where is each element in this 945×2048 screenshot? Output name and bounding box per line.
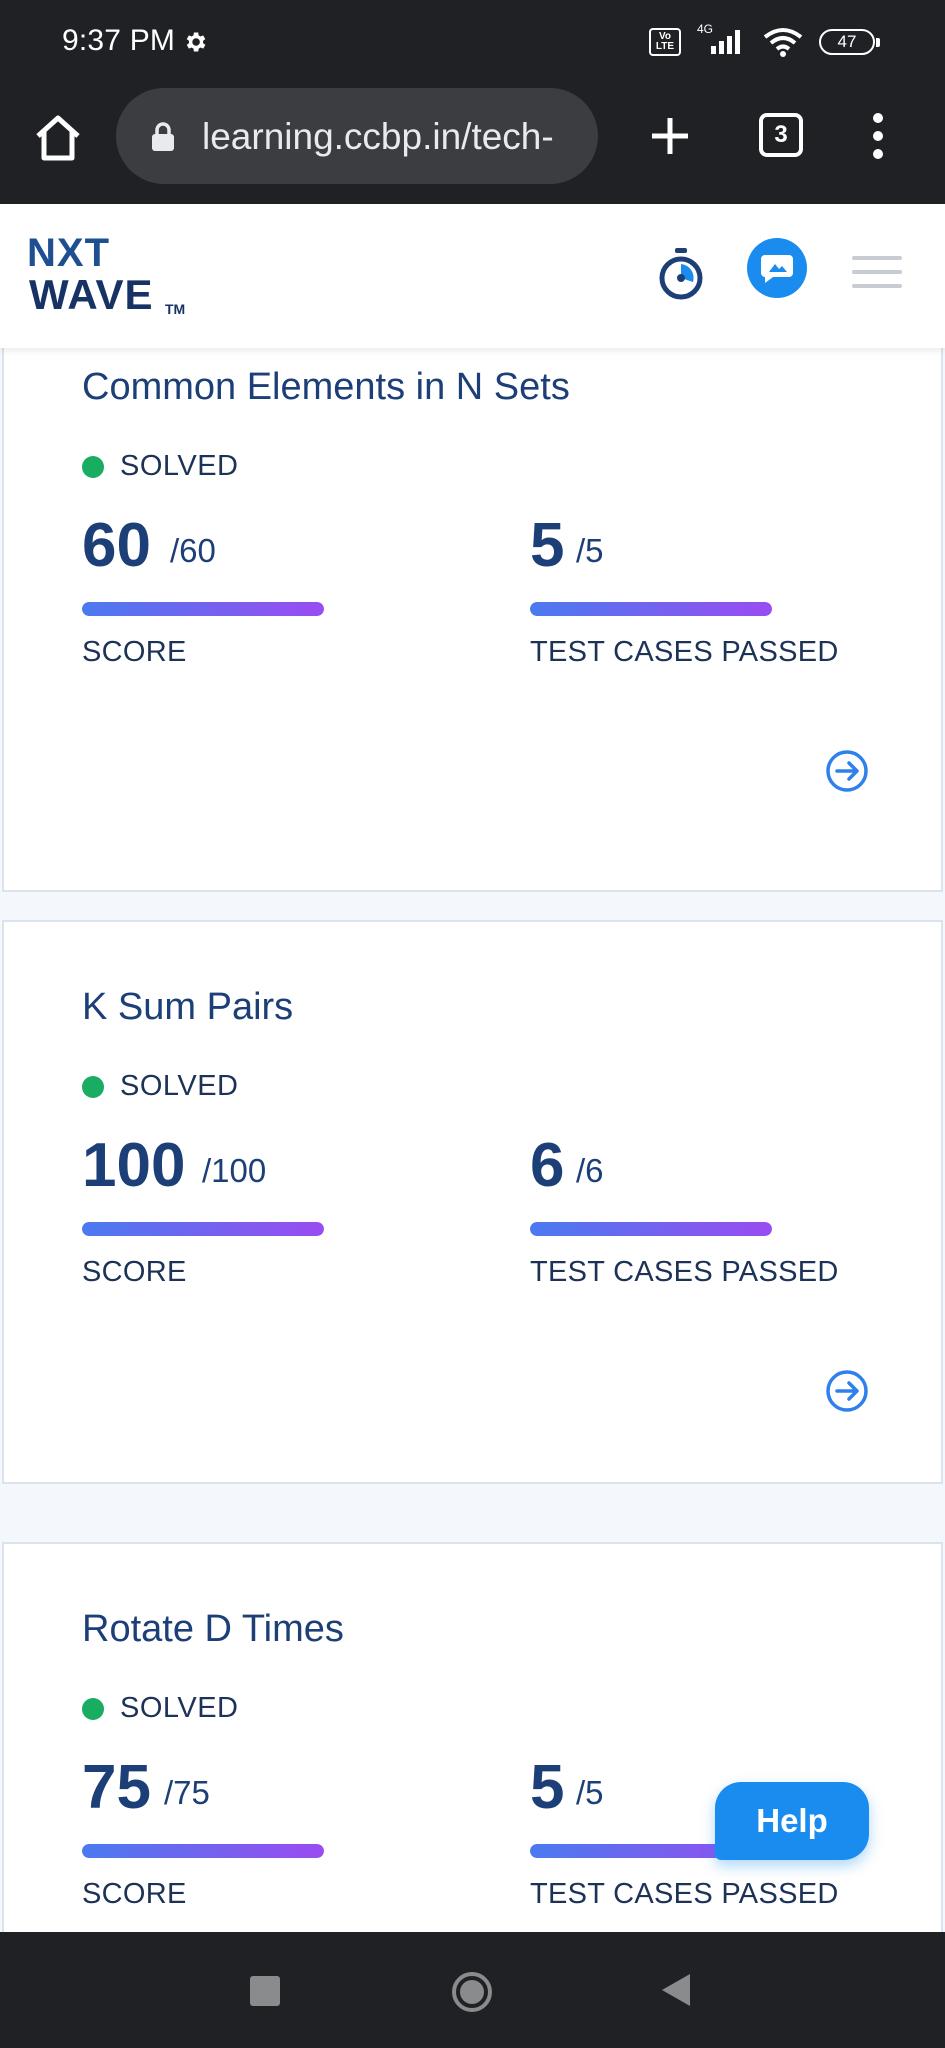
test-cases-progress-fill	[530, 602, 772, 616]
problem-title: K Sum Pairs	[82, 986, 294, 1028]
hamburger-icon[interactable]	[852, 252, 902, 292]
test-cases-max: /6	[576, 1152, 604, 1189]
status-icons: Vo LTE 4G 47	[649, 22, 880, 58]
logo-top-text: NXT	[27, 231, 110, 275]
test-cases-metric: 6 /6 TEST CASES PASSED	[530, 1130, 838, 1300]
test-cases-max: /5	[576, 1774, 604, 1811]
status-text: SOLVED	[120, 1070, 239, 1102]
chat-icon	[761, 255, 793, 283]
test-cases-value: 5	[530, 511, 565, 580]
score-progress-fill	[82, 1844, 324, 1858]
wifi-icon	[763, 28, 803, 57]
address-bar[interactable]: learning.ccbp.in/tech-	[116, 88, 598, 184]
nxtwave-logo[interactable]: NXT WAVE TM	[27, 231, 202, 321]
status-badge: SOLVED	[82, 1070, 239, 1103]
test-cases-progress-bar	[530, 602, 772, 616]
plus-icon[interactable]	[640, 106, 700, 166]
test-cases-max: /5	[576, 532, 604, 569]
score-label: SCORE	[82, 1878, 187, 1910]
problem-card: Common Elements in N Sets SOLVED 60 /60 …	[2, 348, 943, 892]
score-progress-fill	[82, 602, 324, 616]
score-progress-fill	[82, 1222, 324, 1236]
test-cases-progress-fill	[530, 1222, 772, 1236]
score-label: SCORE	[82, 636, 187, 668]
arrow-right-circle-icon[interactable]	[824, 748, 870, 794]
back-icon[interactable]	[660, 1972, 692, 2008]
status-dot	[82, 1697, 104, 1720]
status-bar: 9:37 PM Vo LTE 4G 47	[0, 0, 945, 82]
status-text: SOLVED	[120, 1692, 239, 1724]
problem-title: Common Elements in N Sets	[82, 366, 570, 408]
android-nav-bar	[0, 1932, 945, 2048]
site-header: NXT WAVE TM	[0, 204, 945, 348]
arrow-right-circle-icon[interactable]	[824, 1368, 870, 1414]
url-text: learning.ccbp.in/tech-	[202, 116, 554, 157]
test-cases-value: 6	[530, 1131, 565, 1200]
status-text: SOLVED	[120, 450, 239, 482]
problem-list: Common Elements in N Sets SOLVED 60 /60 …	[0, 348, 945, 1932]
gear-icon	[186, 32, 206, 52]
problem-card: K Sum Pairs SOLVED 100 /100 SCORE 6 /6 T…	[2, 920, 943, 1484]
test-cases-value: 5	[530, 1753, 565, 1822]
score-metric: 75 /75 SCORE	[82, 1752, 382, 1922]
nav-home-icon[interactable]	[450, 1970, 494, 2014]
score-value: 60	[82, 511, 151, 580]
score-max: /75	[164, 1774, 210, 1811]
help-button[interactable]: Help	[715, 1782, 869, 1860]
score-progress-bar	[82, 1222, 324, 1236]
home-icon[interactable]	[30, 110, 86, 166]
battery-icon: 47	[819, 29, 880, 55]
test-cases-label: TEST CASES PASSED	[530, 1256, 839, 1288]
score-metric: 100 /100 SCORE	[82, 1130, 382, 1300]
chat-button[interactable]	[747, 238, 807, 298]
recents-icon[interactable]	[250, 1976, 280, 2006]
lock-icon	[152, 122, 174, 151]
status-badge: SOLVED	[82, 1692, 239, 1725]
stopwatch-icon[interactable]	[655, 246, 707, 302]
score-progress-bar	[82, 1844, 324, 1858]
browser-toolbar: learning.ccbp.in/tech- 3	[0, 82, 945, 204]
signal-icon: 4G	[695, 22, 747, 56]
status-badge: SOLVED	[82, 450, 239, 483]
score-max: /100	[202, 1152, 267, 1189]
more-vert-icon[interactable]	[860, 106, 896, 166]
score-metric: 60 /60 SCORE	[82, 510, 382, 680]
test-cases-progress-bar	[530, 1222, 772, 1236]
problem-card: Rotate D Times SOLVED 75 /75 SCORE 5 /5 …	[2, 1542, 943, 1932]
status-time: 9:37 PM	[62, 24, 176, 57]
problem-title: Rotate D Times	[82, 1608, 344, 1650]
status-dot	[82, 455, 104, 478]
score-value: 100	[82, 1131, 186, 1200]
score-progress-bar	[82, 602, 324, 616]
score-value: 75	[82, 1753, 151, 1822]
test-cases-label: TEST CASES PASSED	[530, 1878, 839, 1910]
test-cases-metric: 5 /5 TEST CASES PASSED	[530, 510, 838, 680]
test-cases-label: TEST CASES PASSED	[530, 636, 839, 668]
logo-tm: TM	[165, 301, 186, 317]
status-dot	[82, 1075, 104, 1098]
tab-switcher-button[interactable]: 3	[759, 113, 803, 157]
score-label: SCORE	[82, 1256, 187, 1288]
logo-bottom-text: WAVE	[29, 271, 154, 318]
volte-icon: Vo LTE	[649, 28, 681, 56]
score-max: /60	[170, 532, 216, 569]
